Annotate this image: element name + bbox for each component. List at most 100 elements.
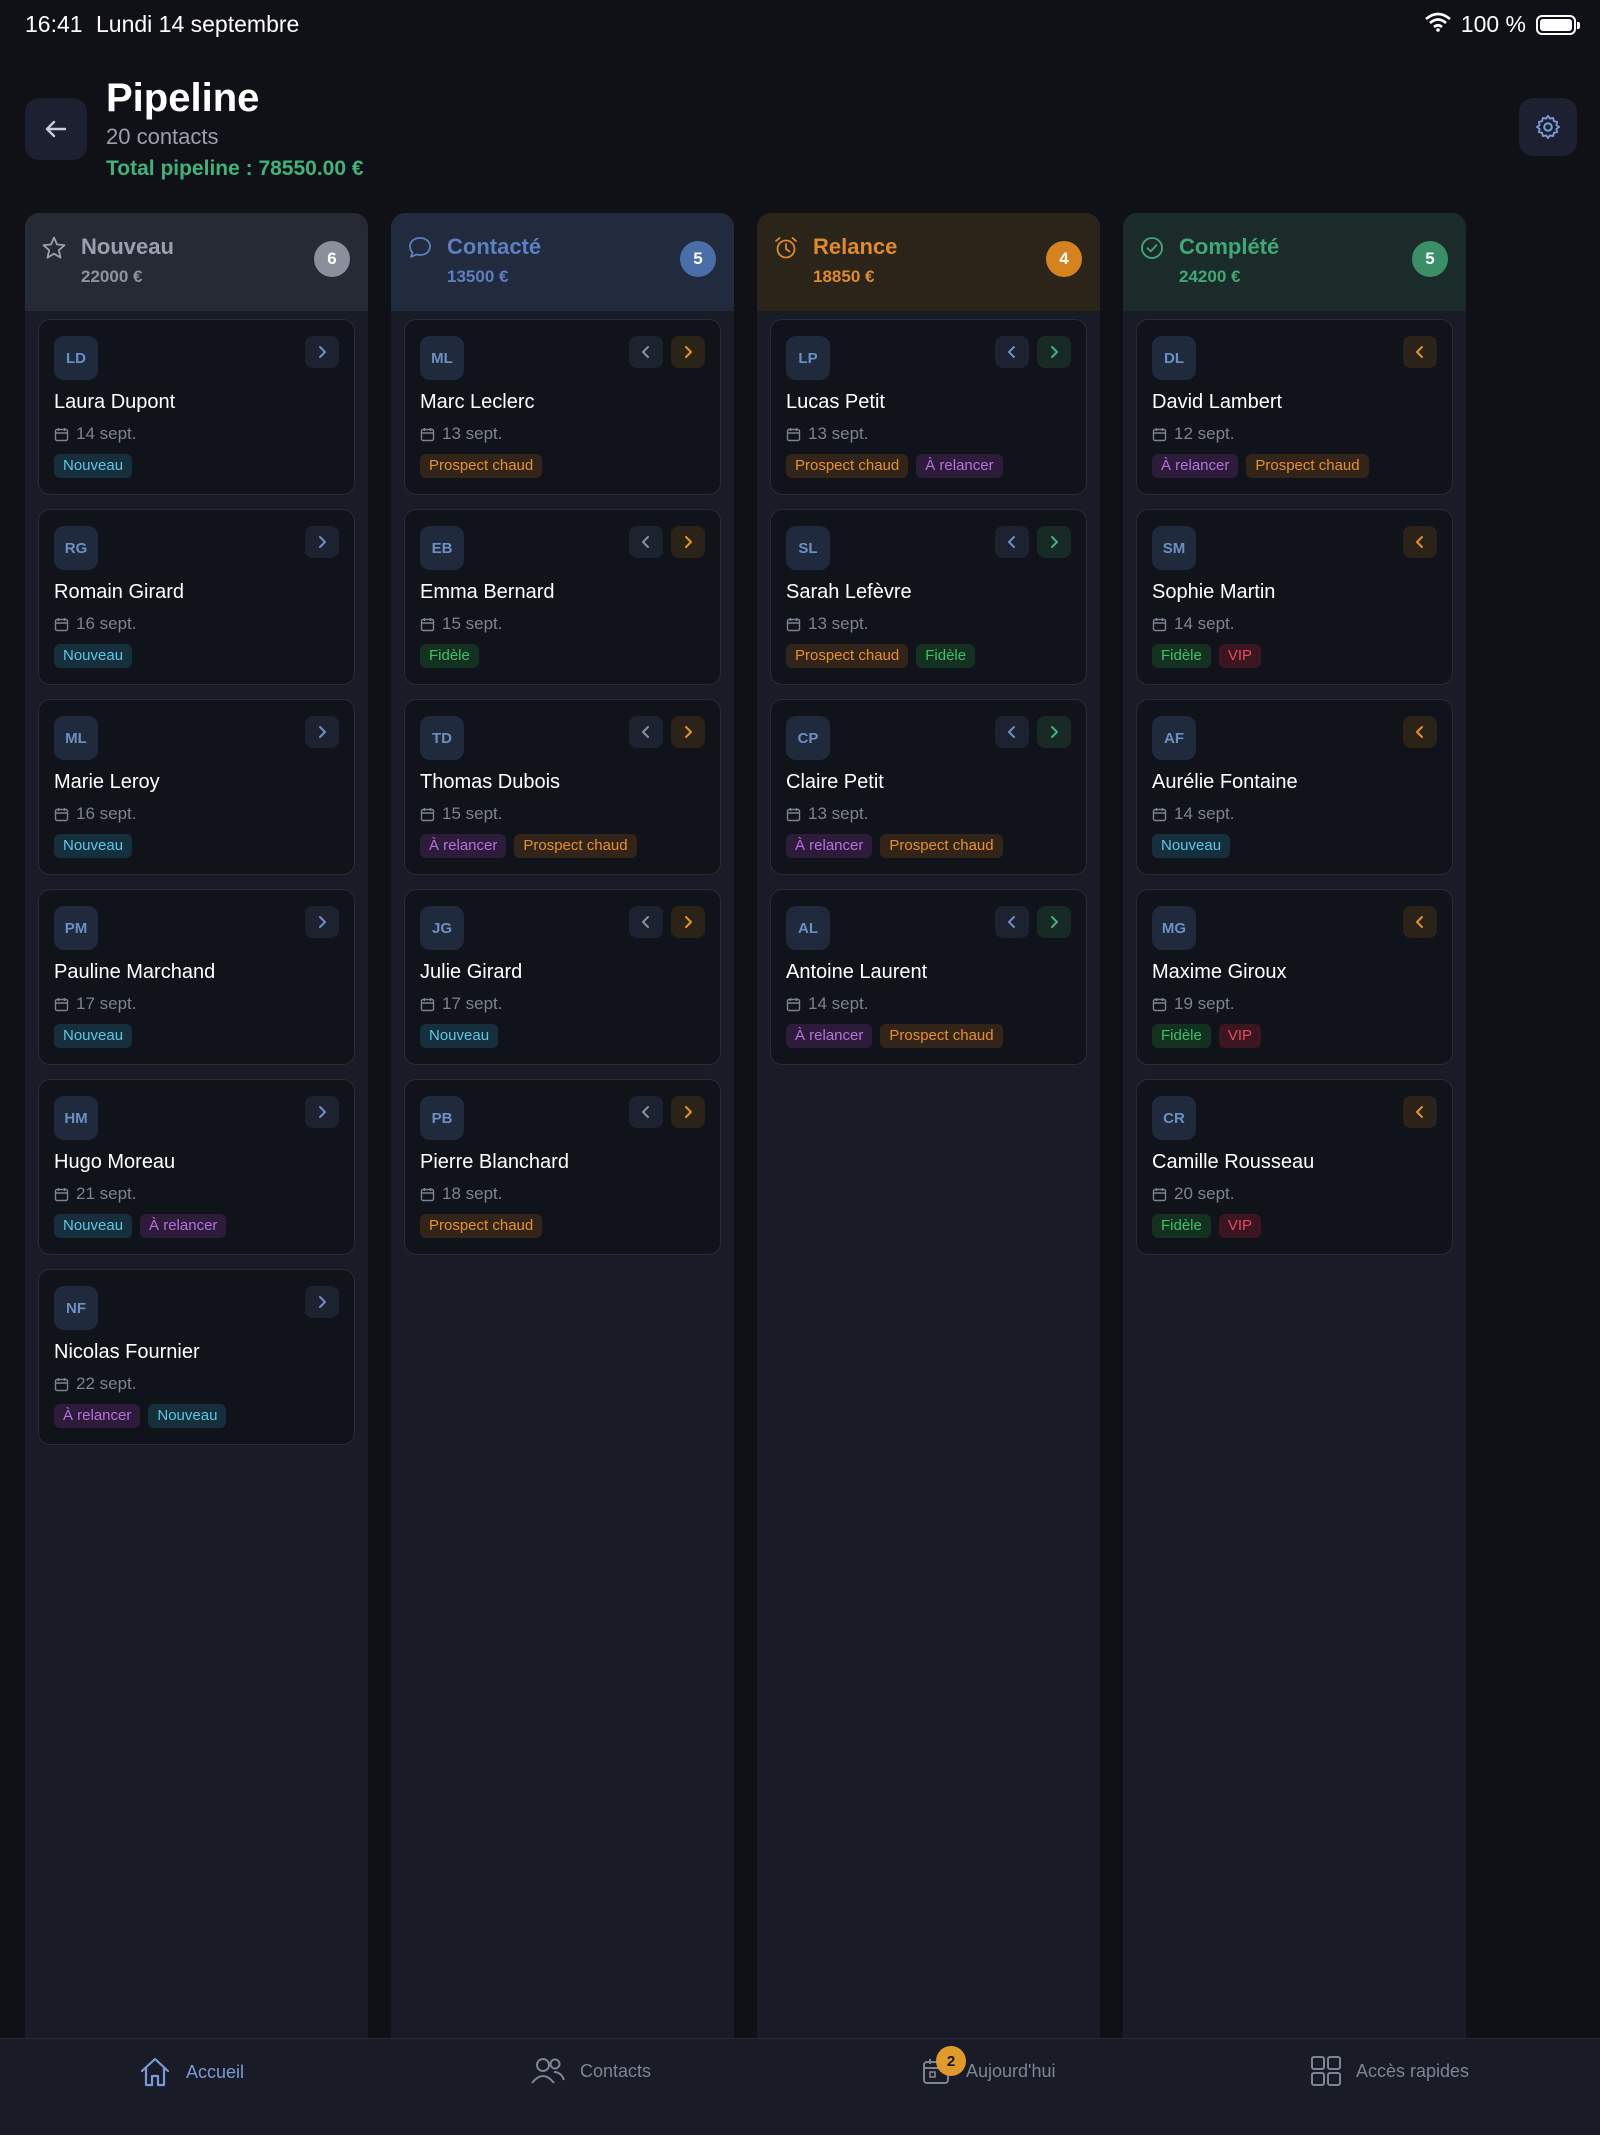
- tab-acces-rapides[interactable]: Accès rapides: [1310, 2055, 1469, 2087]
- contact-card[interactable]: CR Camille Rousseau 20 sept. Fidèle VIP: [1136, 1079, 1453, 1255]
- stage-nav: [995, 716, 1071, 748]
- tag-nouveau: Nouveau: [1152, 834, 1231, 858]
- move-back-button[interactable]: [629, 526, 663, 558]
- move-back-button[interactable]: [629, 336, 663, 368]
- column-header: Contacté 13500 € 5: [391, 213, 734, 311]
- move-next-button[interactable]: [671, 336, 705, 368]
- tab-label-accueil: Accueil: [186, 2061, 245, 2082]
- move-back-button[interactable]: [1403, 716, 1437, 748]
- contact-date-text: 20 sept.: [1174, 1184, 1235, 1203]
- chevron-left-icon: [1416, 916, 1423, 928]
- column-complete: Complété 24200 € 5 DL David Lambert 12 sept. À…: [1123, 213, 1466, 2038]
- status-right: 100 %: [1424, 11, 1580, 38]
- contact-card[interactable]: PB Pierre Blanchard 18 sept. Prospect chaud: [404, 1079, 721, 1255]
- contact-card[interactable]: MG Maxime Giroux 19 sept. Fidèle VIP: [1136, 889, 1453, 1065]
- move-next-button[interactable]: [671, 716, 705, 748]
- move-back-button[interactable]: [1403, 336, 1437, 368]
- column-header: Nouveau 22000 € 6: [25, 213, 368, 311]
- stage-nav: [629, 336, 705, 368]
- tag-list: Nouveau: [54, 454, 133, 478]
- contact-card[interactable]: NF Nicolas Fournier 22 sept. À relancer Nouv…: [38, 1269, 355, 1445]
- move-back-button[interactable]: [995, 906, 1029, 938]
- tag-list: Nouveau: [54, 1024, 133, 1048]
- move-back-button[interactable]: [995, 336, 1029, 368]
- avatar: ML: [54, 716, 98, 760]
- move-next-button[interactable]: [305, 1286, 339, 1318]
- move-back-button[interactable]: [1403, 526, 1437, 558]
- contact-card[interactable]: AL Antoine Laurent 14 sept. À relancer Prosp…: [770, 889, 1087, 1065]
- avatar: HM: [54, 1096, 98, 1140]
- tab-accueil[interactable]: Accueil: [138, 2055, 244, 2089]
- contact-card[interactable]: LD Laura Dupont 14 sept. Nouveau: [38, 319, 355, 495]
- move-next-button[interactable]: [305, 336, 339, 368]
- contact-card[interactable]: TD Thomas Dubois 15 sept. À relancer Prospec…: [404, 699, 721, 875]
- move-next-button[interactable]: [671, 1096, 705, 1128]
- contact-card[interactable]: AF Aurélie Fontaine 14 sept. Nouveau: [1136, 699, 1453, 875]
- move-next-button[interactable]: [1037, 526, 1071, 558]
- move-next-button[interactable]: [305, 906, 339, 938]
- contact-date: 16 sept.: [54, 614, 137, 634]
- move-back-button[interactable]: [1403, 906, 1437, 938]
- alarm-clock-icon: [773, 235, 799, 261]
- gear-icon: [1535, 114, 1561, 140]
- move-back-button[interactable]: [995, 716, 1029, 748]
- tag-prospect: Prospect chaud: [786, 644, 909, 668]
- move-next-button[interactable]: [305, 526, 339, 558]
- tag-list: À relancer Prospect chaud: [1152, 454, 1369, 478]
- contact-name: Thomas Dubois: [420, 771, 561, 793]
- back-button[interactable]: [25, 98, 87, 160]
- contact-date: 14 sept.: [1152, 614, 1235, 634]
- move-next-button[interactable]: [305, 716, 339, 748]
- stage-nav: [305, 1286, 339, 1318]
- contact-date: 20 sept.: [1152, 1184, 1235, 1204]
- contact-card[interactable]: PM Pauline Marchand 17 sept. Nouveau: [38, 889, 355, 1065]
- contact-card[interactable]: CP Claire Petit 13 sept. À relancer Prospect…: [770, 699, 1087, 875]
- move-back-button[interactable]: [629, 906, 663, 938]
- move-back-button[interactable]: [995, 526, 1029, 558]
- contact-name: Emma Bernard: [420, 581, 555, 603]
- column-amount: 18850 €: [813, 267, 875, 286]
- contact-card[interactable]: HM Hugo Moreau 21 sept. Nouveau À relancer: [38, 1079, 355, 1255]
- contact-date-text: 17 sept.: [442, 994, 503, 1013]
- tag-nouveau: Nouveau: [54, 644, 133, 668]
- avatar: MG: [1152, 906, 1196, 950]
- tag-relancer: À relancer: [916, 454, 1003, 478]
- column-title: Complété: [1179, 234, 1280, 259]
- contact-card[interactable]: ML Marc Leclerc 13 sept. Prospect chaud: [404, 319, 721, 495]
- calendar-icon: [420, 997, 435, 1011]
- move-next-button[interactable]: [1037, 336, 1071, 368]
- contact-name: Pierre Blanchard: [420, 1151, 569, 1173]
- contact-card[interactable]: SL Sarah Lefèvre 13 sept. Prospect chaud Fid…: [770, 509, 1087, 685]
- chevron-right-icon: [319, 346, 326, 358]
- move-back-button[interactable]: [629, 1096, 663, 1128]
- move-back-button[interactable]: [1403, 1096, 1437, 1128]
- tag-fidele: Fidèle: [916, 644, 976, 668]
- chat-bubble-icon: [407, 235, 433, 261]
- contact-card[interactable]: EB Emma Bernard 15 sept. Fidèle: [404, 509, 721, 685]
- contact-card[interactable]: DL David Lambert 12 sept. À relancer Prospec…: [1136, 319, 1453, 495]
- contact-date-text: 13 sept.: [808, 614, 869, 633]
- move-next-button[interactable]: [305, 1096, 339, 1128]
- contact-date-text: 22 sept.: [76, 1374, 137, 1393]
- move-next-button[interactable]: [671, 526, 705, 558]
- column-header: Complété 24200 € 5: [1123, 213, 1466, 311]
- tag-list: Prospect chaud À relancer: [786, 454, 1003, 478]
- stage-nav: [305, 1096, 339, 1128]
- chevron-right-icon: [1051, 726, 1058, 738]
- move-back-button[interactable]: [629, 716, 663, 748]
- column-title: Nouveau: [81, 234, 174, 259]
- calendar-icon: [1152, 807, 1167, 821]
- contact-card[interactable]: LP Lucas Petit 13 sept. Prospect chaud À rel…: [770, 319, 1087, 495]
- contact-card[interactable]: SM Sophie Martin 14 sept. Fidèle VIP: [1136, 509, 1453, 685]
- move-next-button[interactable]: [1037, 906, 1071, 938]
- tab-contacts[interactable]: Contacts: [530, 2055, 651, 2087]
- chevron-left-icon: [1416, 726, 1423, 738]
- contact-card[interactable]: JG Julie Girard 17 sept. Nouveau: [404, 889, 721, 1065]
- contact-card[interactable]: ML Marie Leroy 16 sept. Nouveau: [38, 699, 355, 875]
- settings-button[interactable]: [1519, 98, 1577, 156]
- contact-card[interactable]: RG Romain Girard 16 sept. Nouveau: [38, 509, 355, 685]
- move-next-button[interactable]: [1037, 716, 1071, 748]
- contact-name: Marc Leclerc: [420, 391, 535, 413]
- stage-nav: [629, 526, 705, 558]
- move-next-button[interactable]: [671, 906, 705, 938]
